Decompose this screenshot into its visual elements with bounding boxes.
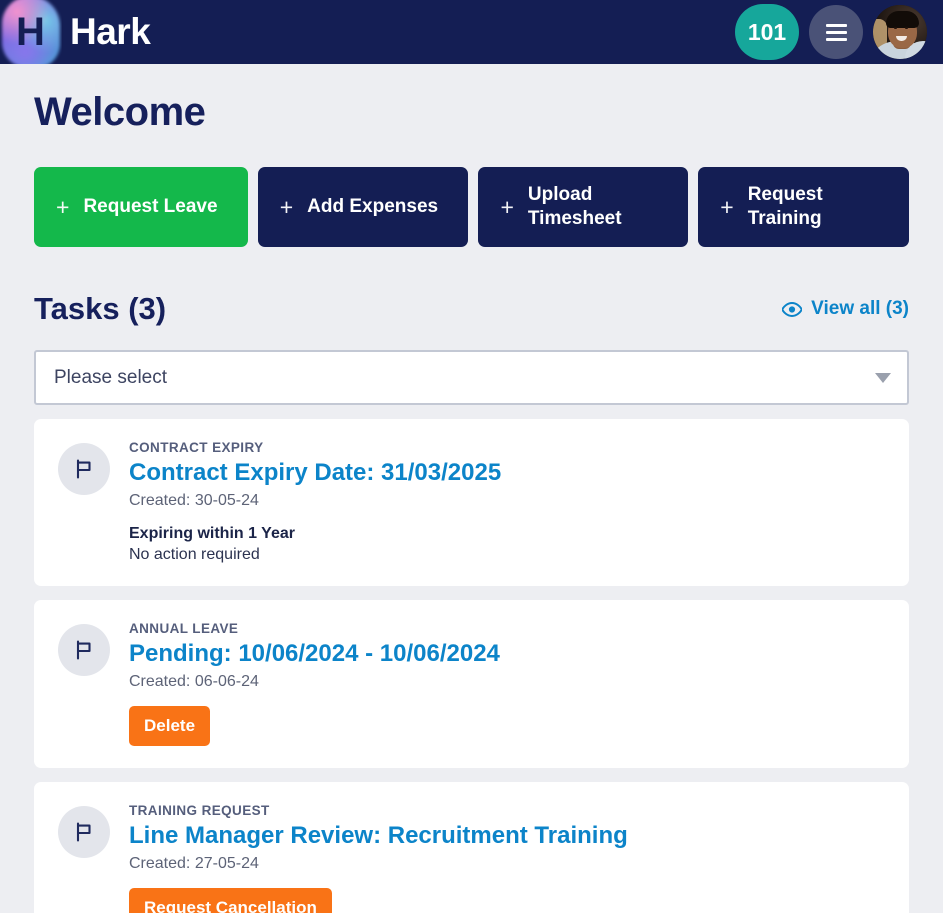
request-leave-button[interactable]: + Request Leave <box>34 167 248 247</box>
flag-icon <box>58 624 110 676</box>
brand-logo[interactable]: H Hark <box>0 0 151 64</box>
request-training-button[interactable]: + Request Training <box>698 167 909 247</box>
view-all-label: View all (3) <box>811 298 909 319</box>
flag-icon <box>58 806 110 858</box>
quick-action-label: Request Leave <box>83 196 218 217</box>
flag-icon <box>58 443 110 495</box>
task-title[interactable]: Line Manager Review: Recruitment Trainin… <box>129 821 885 851</box>
header-actions: 101 <box>735 4 927 60</box>
task-card-body: ANNUAL LEAVE Pending: 10/06/2024 - 10/06… <box>129 621 885 746</box>
avatar-hair <box>886 11 919 28</box>
request-cancellation-button[interactable]: Request Cancellation <box>129 888 332 913</box>
task-filter-value[interactable]: Please select <box>34 350 909 405</box>
task-action-note: No action required <box>129 546 260 563</box>
quick-actions-bar: + Request Leave + Add Expenses + Upload … <box>34 167 909 247</box>
task-card-body: TRAINING REQUEST Line Manager Review: Re… <box>129 803 885 913</box>
tasks-header: Tasks (3) View all (3) <box>34 291 909 327</box>
upload-timesheet-button[interactable]: + Upload Timesheet <box>478 167 689 247</box>
page-title: Welcome <box>34 90 206 134</box>
task-category: CONTRACT EXPIRY <box>129 440 264 455</box>
tasks-title: Tasks (3) <box>34 291 167 326</box>
quick-action-label: Add Expenses <box>307 196 439 217</box>
task-title[interactable]: Pending: 10/06/2024 - 10/06/2024 <box>129 639 885 669</box>
task-card[interactable]: TRAINING REQUEST Line Manager Review: Re… <box>34 782 909 913</box>
quick-action-label: Upload Timesheet <box>527 184 622 229</box>
plus-icon: + <box>720 193 734 220</box>
hamburger-bar <box>825 30 847 34</box>
view-all-tasks-link[interactable]: View all (3) <box>782 298 909 320</box>
page-content: Welcome + Request Leave + Add Expenses +… <box>0 90 943 913</box>
delete-button[interactable]: Delete <box>129 706 211 746</box>
add-expenses-button[interactable]: + Add Expenses <box>257 167 469 247</box>
hamburger-bar <box>825 23 847 27</box>
task-category: ANNUAL LEAVE <box>129 621 239 636</box>
task-filter-select[interactable]: Please select <box>34 350 909 405</box>
task-card-body: CONTRACT EXPIRY Contract Expiry Date: 31… <box>129 440 885 564</box>
logo-letter: H <box>16 10 45 54</box>
plus-icon: + <box>279 193 294 220</box>
task-card[interactable]: ANNUAL LEAVE Pending: 10/06/2024 - 10/06… <box>34 600 909 768</box>
avatar[interactable] <box>873 5 927 59</box>
task-created-date: Created: 30-05-24 <box>129 492 259 509</box>
notification-count-badge[interactable]: 101 <box>735 4 799 60</box>
eye-icon <box>782 301 803 317</box>
quick-action-label: Request Training <box>747 184 823 229</box>
avatar-eye <box>894 27 897 29</box>
hamburger-bar <box>825 37 847 41</box>
task-category: TRAINING REQUEST <box>129 803 270 818</box>
plus-icon: + <box>500 193 514 220</box>
task-title[interactable]: Contract Expiry Date: 31/03/2025 <box>129 458 885 488</box>
app-header: H Hark 101 <box>0 0 943 64</box>
task-status-note: Expiring within 1 Year <box>129 525 295 542</box>
avatar-eye <box>905 27 908 29</box>
hamburger-menu-icon[interactable] <box>809 5 863 59</box>
task-created-date: Created: 06-06-24 <box>129 673 259 690</box>
hark-logo-icon: H <box>0 0 62 64</box>
task-created-date: Created: 27-05-24 <box>129 855 259 872</box>
plus-icon: + <box>56 193 70 220</box>
task-card[interactable]: CONTRACT EXPIRY Contract Expiry Date: 31… <box>34 419 909 586</box>
brand-name: Hark <box>70 11 151 52</box>
